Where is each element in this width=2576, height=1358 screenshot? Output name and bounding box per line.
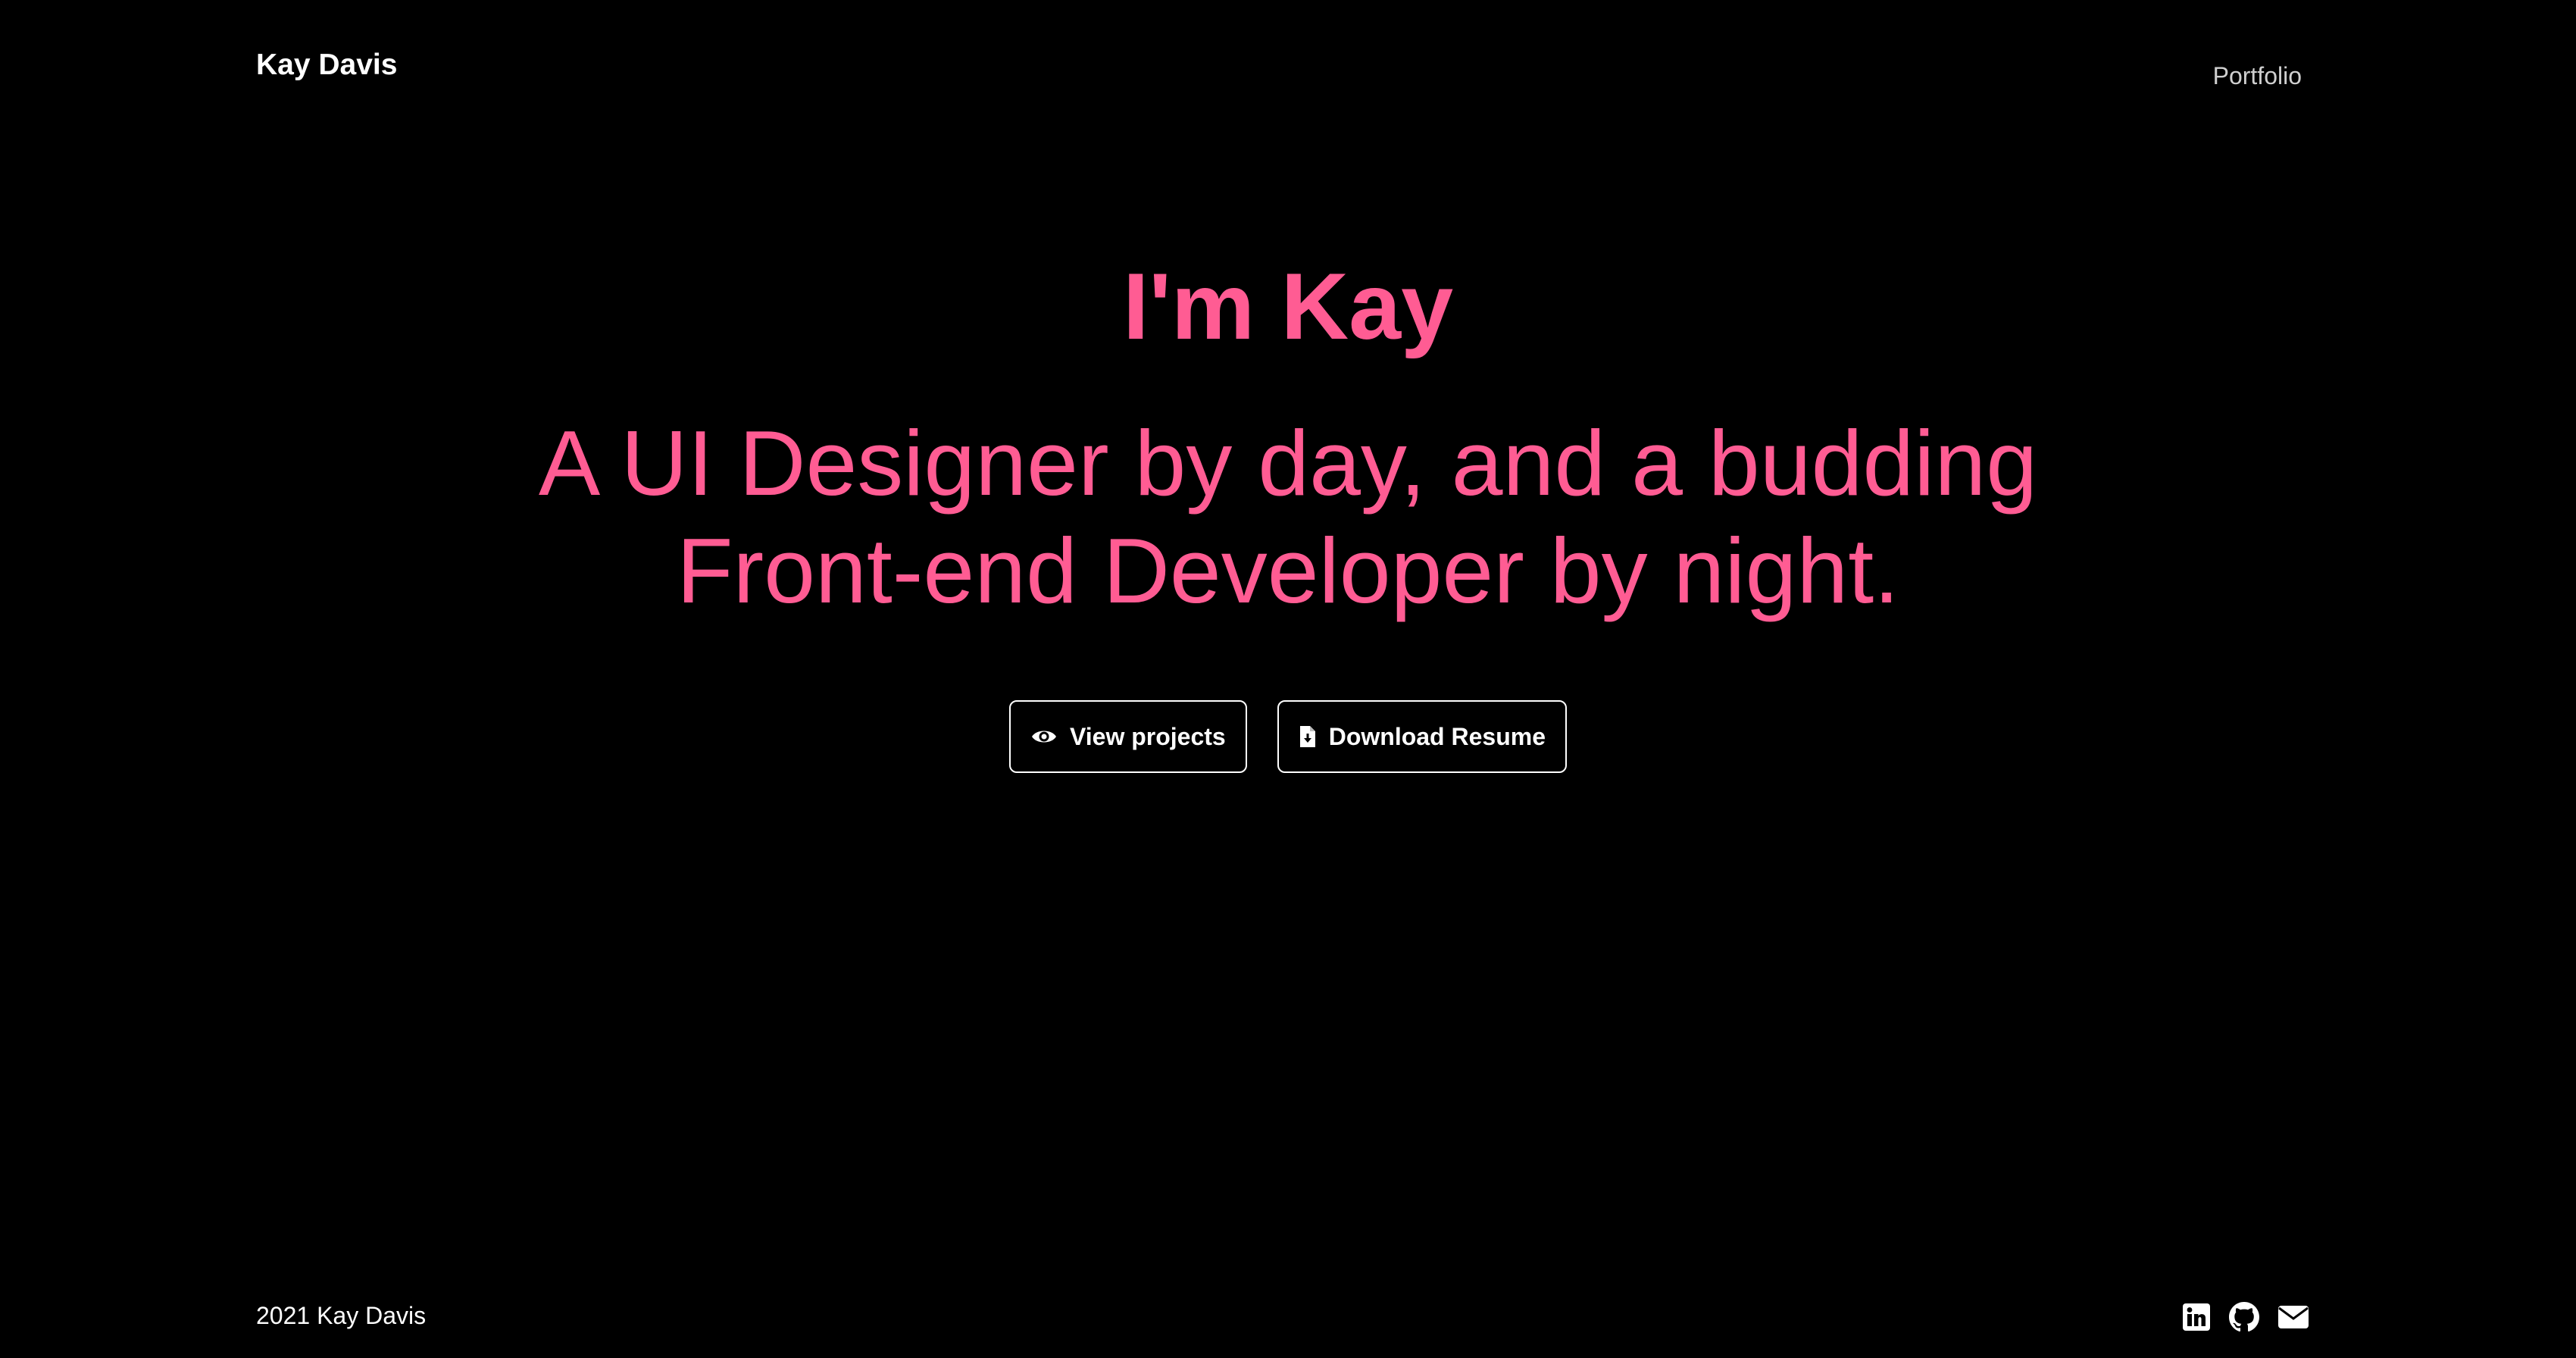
download-resume-button[interactable]: Download Resume <box>1277 700 1567 773</box>
hero-actions: View projects Download Resume <box>0 700 2576 773</box>
envelope-icon <box>2278 1306 2309 1328</box>
download-resume-label: Download Resume <box>1328 722 1546 750</box>
eye-icon <box>1030 727 1058 746</box>
view-projects-button[interactable]: View projects <box>1009 700 1247 773</box>
hero-title: I'm Kay <box>1122 255 1454 359</box>
email-link[interactable] <box>2277 1305 2309 1329</box>
linkedin-icon <box>2183 1303 2210 1331</box>
site-brand[interactable]: Kay Davis <box>256 47 397 83</box>
footer-copyright: 2021 Kay Davis <box>256 1302 427 1329</box>
nav-link-portfolio[interactable]: Portfolio <box>2213 61 2302 91</box>
linkedin-link[interactable] <box>2182 1303 2211 1331</box>
hero-subtitle: A UI Designer by day, and a budding Fron… <box>538 411 2038 622</box>
page: Kay Davis Portfolio I'm Kay A UI Designe… <box>0 0 2576 1358</box>
social-links <box>2182 1302 2309 1332</box>
github-link[interactable] <box>2229 1302 2259 1332</box>
file-download-icon <box>1299 724 1317 749</box>
hero-section: I'm Kay A UI Designer by day, and a budd… <box>0 250 2576 624</box>
view-projects-label: View projects <box>1070 722 1226 750</box>
github-icon <box>2229 1302 2259 1332</box>
